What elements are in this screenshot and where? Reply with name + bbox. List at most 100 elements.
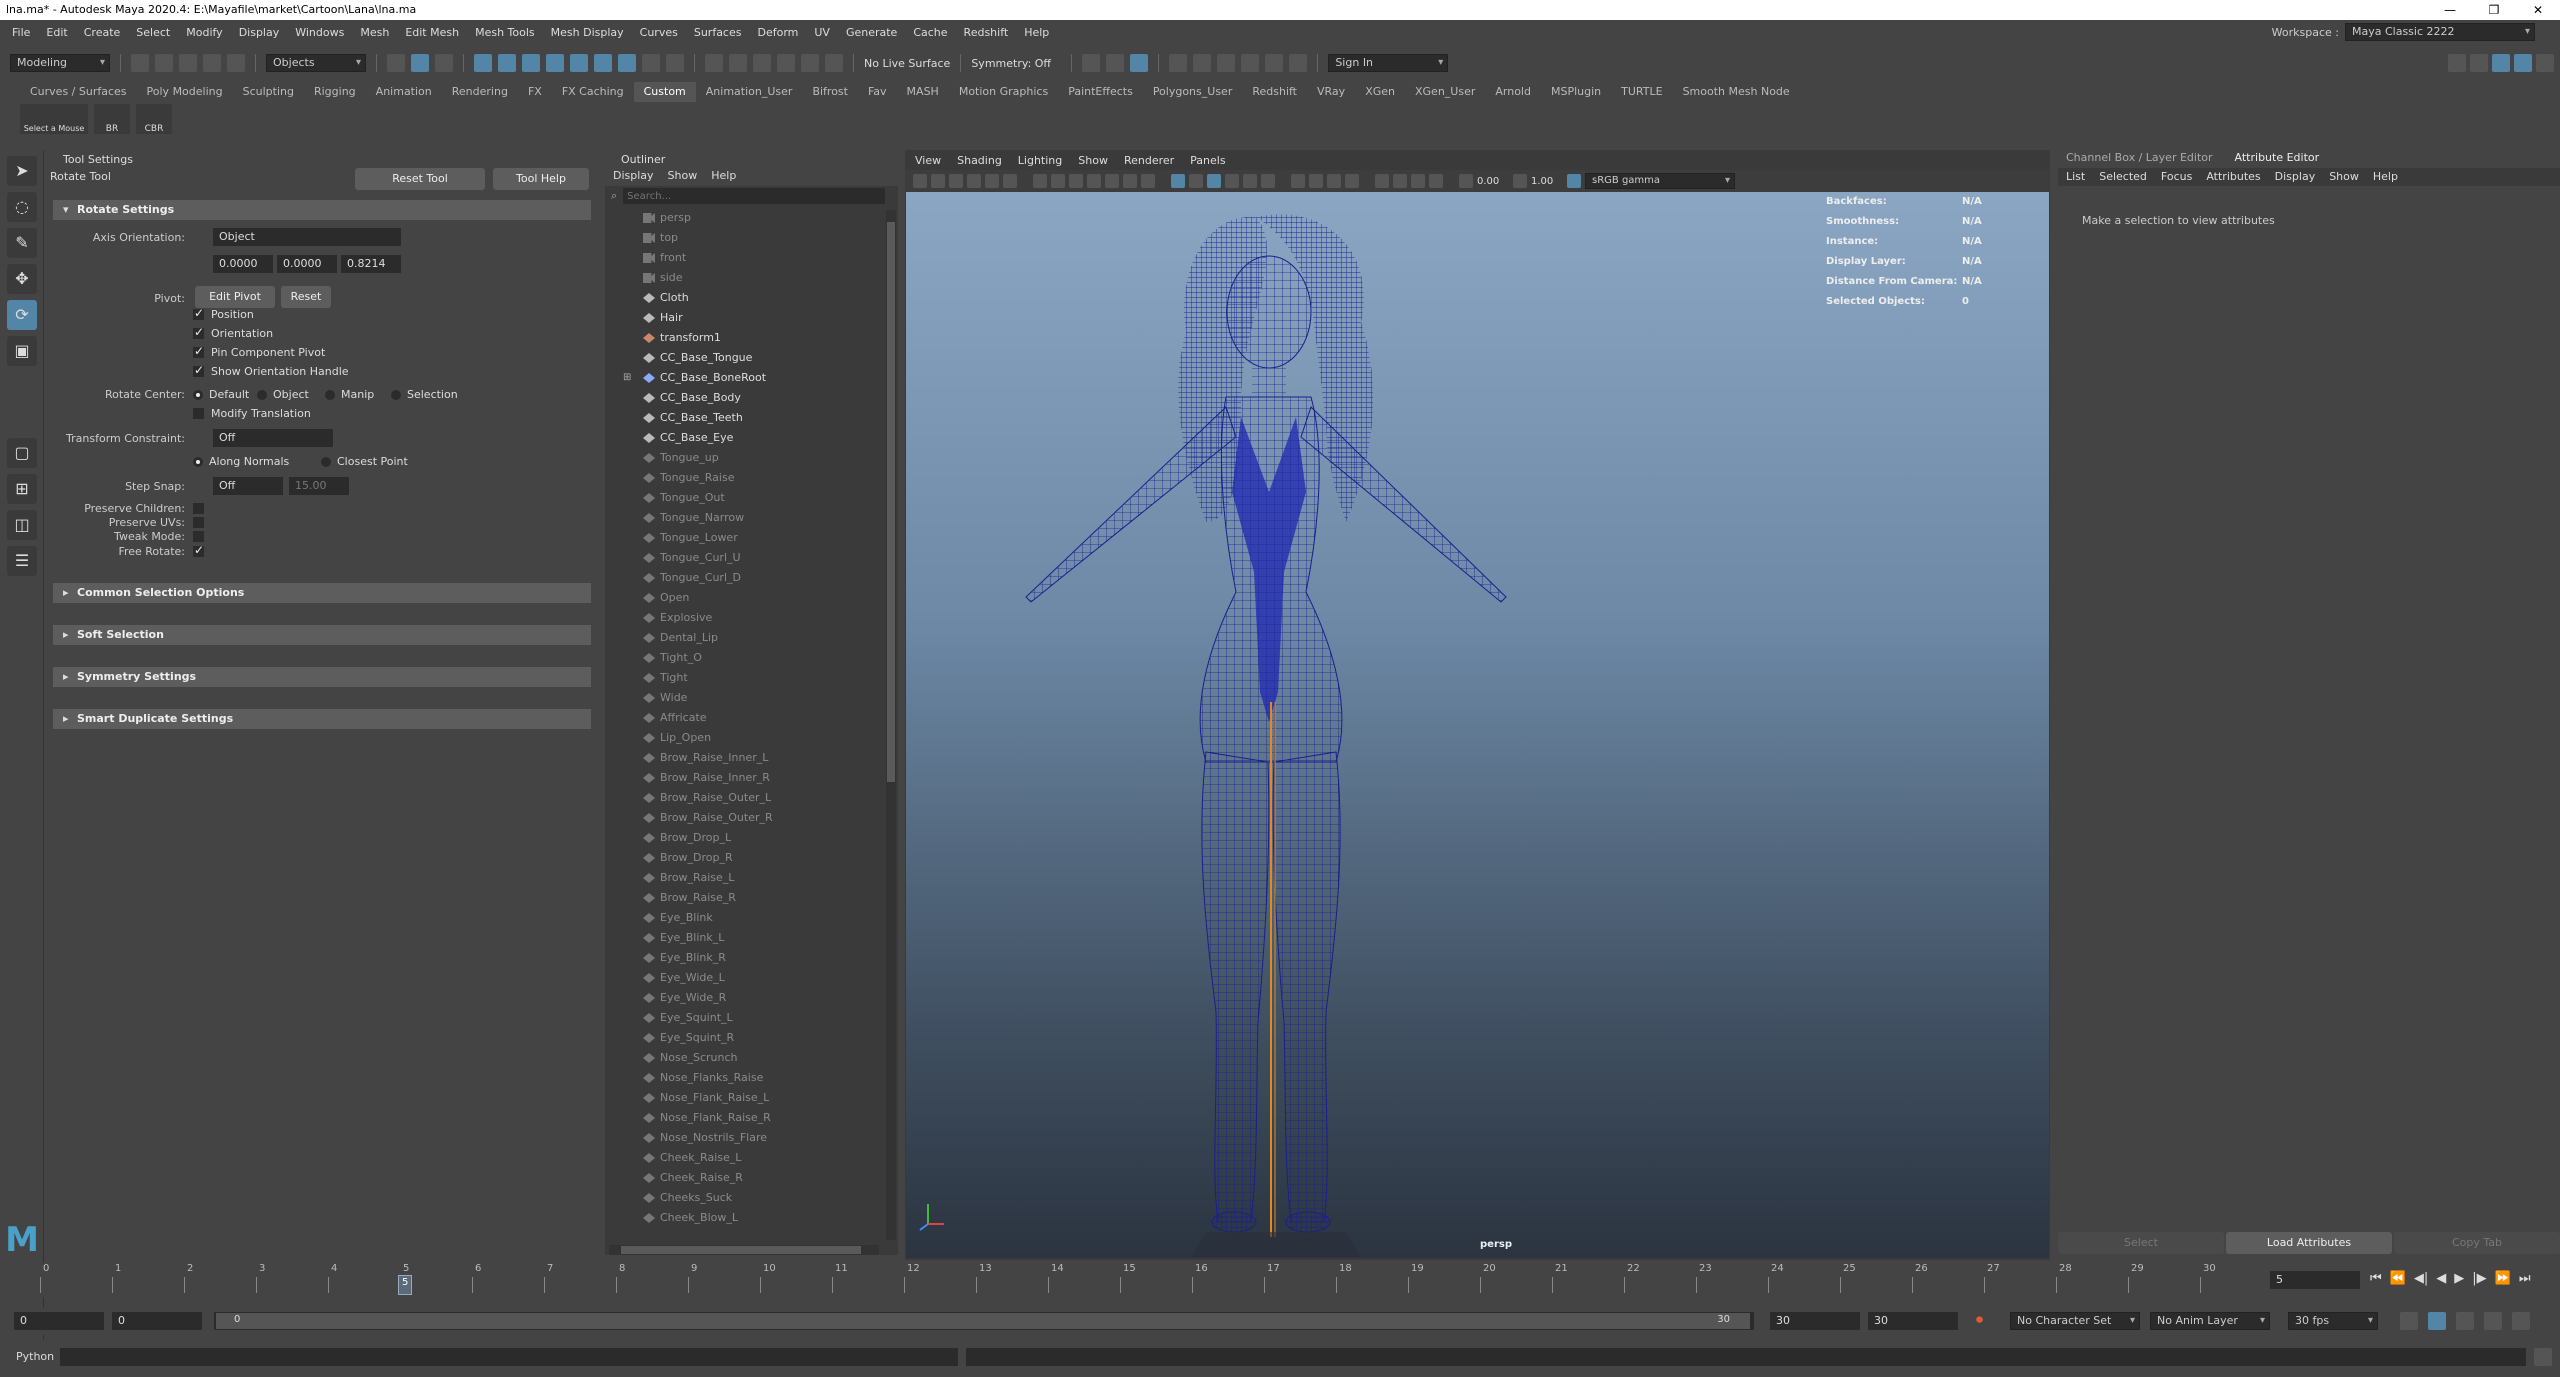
- menu-set-dropdown[interactable]: Modeling: [10, 54, 110, 72]
- color-space-dropdown[interactable]: sRGB gamma: [1585, 173, 1735, 189]
- camera-attributes-icon[interactable]: [931, 174, 945, 188]
- selection-mode-dropdown[interactable]: Objects: [266, 54, 366, 72]
- anti-aliasing-icon[interactable]: [1327, 174, 1341, 188]
- go-to-start-icon[interactable]: ⏮: [2370, 1271, 2382, 1286]
- select-joints-icon[interactable]: [498, 54, 516, 72]
- xray-components-icon[interactable]: [1429, 174, 1443, 188]
- viewport-menu-renderer[interactable]: Renderer: [1124, 154, 1174, 167]
- outliner-item[interactable]: Brow_Raise_Outer_R: [605, 808, 885, 828]
- orientation-checkbox[interactable]: Orientation: [193, 325, 273, 340]
- film-gate-icon[interactable]: [1051, 174, 1065, 188]
- sound-icon[interactable]: [2456, 1312, 2474, 1330]
- snap-curve-icon[interactable]: [729, 54, 747, 72]
- shelf-tab-turtle[interactable]: TURTLE: [1611, 82, 1672, 102]
- field-chart-icon[interactable]: [1105, 174, 1119, 188]
- render-setup-icon[interactable]: [1241, 54, 1260, 72]
- smooth-shade-icon[interactable]: [1189, 174, 1203, 188]
- minimize-button[interactable]: —: [2428, 0, 2472, 20]
- ipr-render-icon[interactable]: [1217, 54, 1236, 72]
- outliner-item[interactable]: Tongue_up: [605, 448, 885, 468]
- symmetry-settings-section[interactable]: Symmetry Settings: [53, 667, 591, 687]
- shelf-tab-vray[interactable]: VRay: [1307, 82, 1355, 102]
- outliner-item[interactable]: Brow_Raise_Outer_L: [605, 788, 885, 808]
- undo-icon[interactable]: [203, 54, 221, 72]
- render-frame-icon[interactable]: [1106, 54, 1125, 72]
- outliner-item[interactable]: Nose_Flank_Raise_R: [605, 1108, 885, 1128]
- menu-deform[interactable]: Deform: [749, 26, 806, 39]
- shelf-tab-poly-modeling[interactable]: Poly Modeling: [137, 82, 233, 102]
- move-tool-icon[interactable]: ✥: [7, 264, 37, 294]
- load-attributes-button[interactable]: Load Attributes: [2226, 1232, 2392, 1254]
- render-settings-icon[interactable]: [1169, 54, 1188, 72]
- shelf-br-button[interactable]: BR: [94, 104, 130, 134]
- image-plane-icon[interactable]: [967, 174, 981, 188]
- viewport-menu-lighting[interactable]: Lighting: [1018, 154, 1062, 167]
- menu-file[interactable]: File: [4, 26, 38, 39]
- pause-viewport-icon[interactable]: [1289, 54, 1308, 72]
- time-slider[interactable]: 0 1 2 3 4 5 6 7 8 9 10 11 12 13 14 15 16 17 18 19 20 21 22 23 24…: [0, 1263, 2560, 1297]
- component-mode-icon[interactable]: [435, 54, 453, 72]
- 3d-scene[interactable]: Backfaces: N/A Smoothness: N/A Instance: N/A D…: [906, 192, 2049, 1258]
- outliner-menu-display[interactable]: Display: [613, 169, 654, 182]
- motion-blur-icon[interactable]: [1309, 174, 1323, 188]
- step-forward-frame-icon[interactable]: |▶: [2472, 1271, 2486, 1286]
- render-view-icon[interactable]: [1130, 54, 1149, 72]
- outliner-item[interactable]: Cheek_Raise_L: [605, 1148, 885, 1168]
- select-deformers-icon[interactable]: [570, 54, 588, 72]
- outliner-item[interactable]: Nose_Scrunch: [605, 1048, 885, 1068]
- gamma-icon[interactable]: [1513, 174, 1527, 188]
- isolate-select-icon[interactable]: [1375, 174, 1389, 188]
- select-curves-icon[interactable]: [522, 54, 540, 72]
- character-set-dropdown[interactable]: No Character Set: [2010, 1312, 2140, 1330]
- save-scene-icon[interactable]: [179, 54, 197, 72]
- smart-duplicate-settings-section[interactable]: Smart Duplicate Settings: [53, 709, 591, 729]
- step-forward-key-icon[interactable]: ⏩: [2495, 1271, 2511, 1286]
- rotate-settings-section[interactable]: Rotate Settings: [53, 200, 591, 220]
- shelf-tab-fav[interactable]: Fav: [858, 82, 897, 102]
- step-back-key-icon[interactable]: ⏪: [2390, 1271, 2406, 1286]
- attr-menu-attributes[interactable]: Attributes: [2206, 168, 2260, 186]
- hypershade-icon[interactable]: [1193, 54, 1212, 72]
- outliner-item[interactable]: Nose_Nostrils_Flare: [605, 1128, 885, 1148]
- pin-component-pivot-checkbox[interactable]: Pin Component Pivot: [193, 344, 325, 359]
- xray-joints-icon[interactable]: [1411, 174, 1425, 188]
- textured-icon[interactable]: [1225, 174, 1239, 188]
- outliner-item[interactable]: ⊞ CC_Base_BoneRoot: [605, 368, 885, 388]
- outliner-layout-icon[interactable]: ☰: [7, 546, 37, 576]
- sign-in-dropdown[interactable]: Sign In: [1328, 54, 1449, 72]
- modify-translation-checkbox[interactable]: Modify Translation: [193, 407, 311, 420]
- settings-icon[interactable]: [2512, 1312, 2530, 1330]
- current-frame-field[interactable]: 5: [2270, 1271, 2360, 1289]
- shadows-icon[interactable]: [1261, 174, 1275, 188]
- menu-surfaces[interactable]: Surfaces: [686, 26, 750, 39]
- menu-modify[interactable]: Modify: [178, 26, 230, 39]
- outliner-item[interactable]: Cloth: [605, 288, 885, 308]
- select-surfaces-icon[interactable]: [546, 54, 564, 72]
- shelf-tab-xgen[interactable]: XGen: [1355, 82, 1405, 102]
- position-checkbox[interactable]: Position: [193, 306, 254, 321]
- rotate-center-default-radio[interactable]: Default: [193, 388, 249, 401]
- menu-help[interactable]: Help: [1016, 26, 1057, 39]
- outliner-item[interactable]: Tongue_Narrow: [605, 508, 885, 528]
- playback-start-field[interactable]: 0: [112, 1312, 202, 1330]
- menu-cache[interactable]: Cache: [905, 26, 955, 39]
- cache-playback-icon[interactable]: [2428, 1312, 2446, 1330]
- menu-generate[interactable]: Generate: [838, 26, 905, 39]
- outliner-item[interactable]: transform1: [605, 328, 885, 348]
- outliner-item[interactable]: Hair: [605, 308, 885, 328]
- outliner-item[interactable]: Brow_Drop_L: [605, 828, 885, 848]
- axis-z-field[interactable]: 0.8214: [341, 255, 401, 273]
- grid-icon[interactable]: [1033, 174, 1047, 188]
- outliner-item[interactable]: Eye_Wide_R: [605, 988, 885, 1008]
- outliner-item[interactable]: persp: [605, 208, 885, 228]
- outliner-item[interactable]: Explosive: [605, 608, 885, 628]
- safe-title-icon[interactable]: [1141, 174, 1155, 188]
- select-tool-icon[interactable]: ➤: [7, 156, 37, 186]
- attr-menu-selected[interactable]: Selected: [2099, 168, 2147, 186]
- gamma-field[interactable]: 1.00: [1531, 176, 1563, 187]
- attribute-editor-tab[interactable]: Attribute Editor: [2235, 150, 2320, 166]
- axis-orientation-dropdown[interactable]: Object: [213, 228, 401, 246]
- 2d-pan-zoom-icon[interactable]: [985, 174, 999, 188]
- single-perspective-layout-icon[interactable]: ▢: [7, 438, 37, 468]
- menu-select[interactable]: Select: [128, 26, 178, 39]
